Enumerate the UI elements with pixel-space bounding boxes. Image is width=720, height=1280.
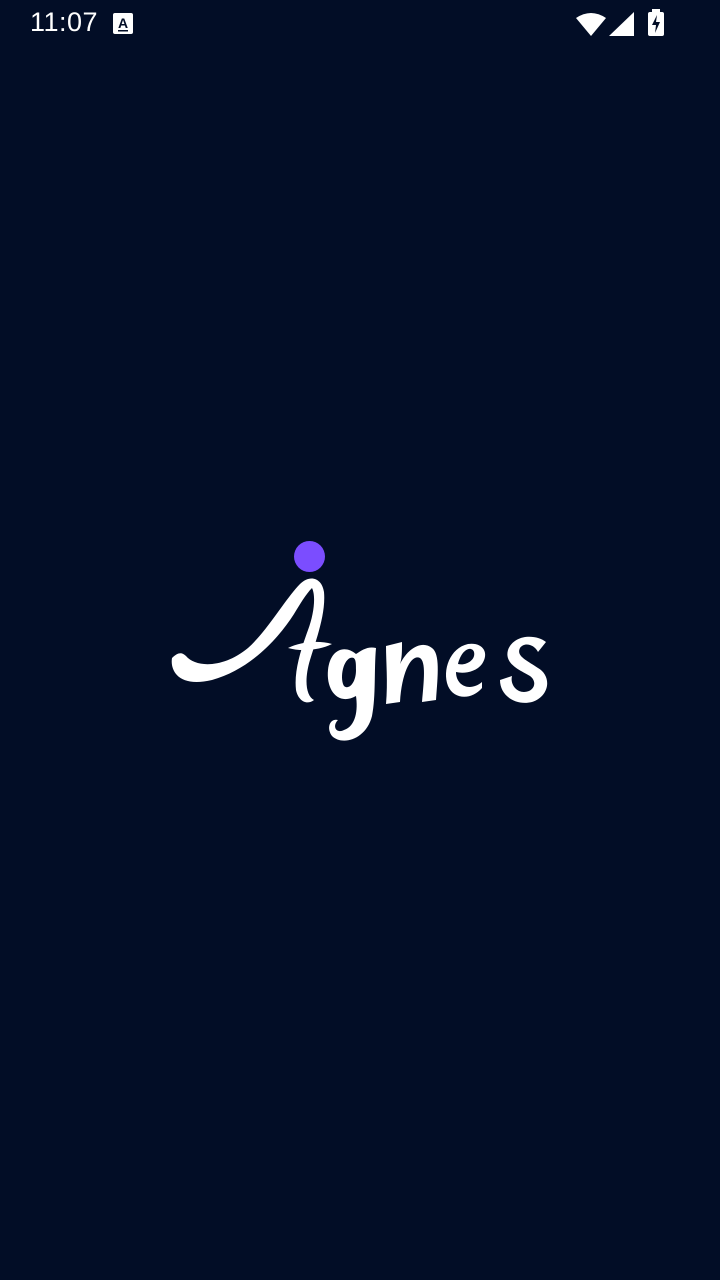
cell-signal-icon (609, 12, 634, 41)
a-notification-icon: A (113, 13, 133, 34)
status-bar: 11:07 A (0, 0, 720, 48)
wifi-icon (576, 12, 606, 41)
logo-dot-icon (294, 541, 325, 572)
agnes-logo-wordmark (171, 541, 548, 741)
agnes-logo (160, 530, 560, 750)
splash-screen: 11:07 A (0, 0, 720, 1280)
status-time: 11:07 (30, 7, 99, 37)
svg-text:A: A (118, 15, 128, 31)
battery-charging-icon (647, 9, 665, 42)
